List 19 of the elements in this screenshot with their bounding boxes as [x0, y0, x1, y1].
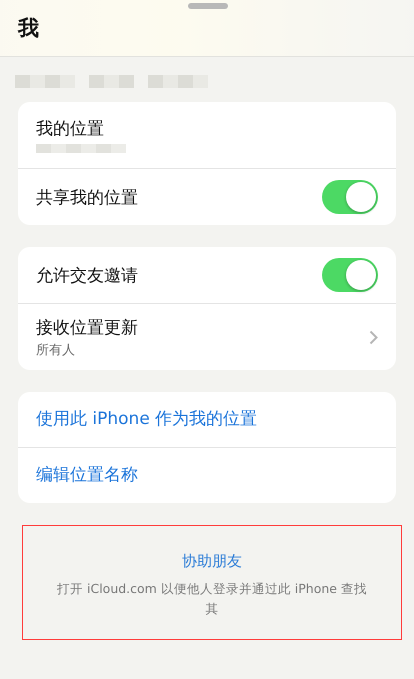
toggle-switch[interactable]	[322, 180, 378, 214]
action-link[interactable]: 使用此 iPhone 作为我的位置	[18, 392, 396, 447]
drag-handle[interactable]	[188, 3, 228, 9]
page-title: 我	[18, 15, 39, 42]
help-link[interactable]: 协助朋友	[182, 552, 242, 571]
chevron-icon	[369, 330, 378, 344]
row-subtitle: 所有人	[36, 342, 76, 358]
help-text: 其	[206, 600, 218, 618]
toggle-switch[interactable]	[322, 258, 378, 292]
row-label: 接收位置更新	[36, 316, 138, 338]
redacted-text	[15, 75, 75, 88]
redacted-text	[89, 75, 134, 88]
help-text: 打开 iCloud.com 以便他人登录并通过此 iPhone 查找	[57, 580, 367, 598]
action-link[interactable]: 编辑位置名称	[18, 447, 396, 503]
row-label: 我的位置	[36, 118, 105, 140]
row-label: 允许交友邀请	[36, 264, 138, 286]
list-row[interactable]: 接收位置更新 所有人	[18, 303, 396, 370]
row-label: 共享我的位置	[36, 186, 138, 208]
redacted-text	[148, 75, 208, 88]
